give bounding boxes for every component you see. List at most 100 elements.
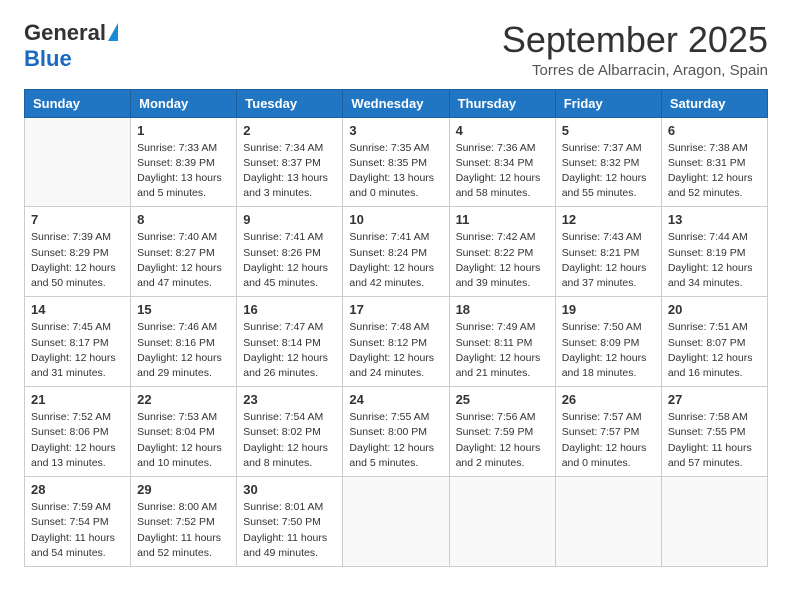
calendar-day-cell: 11Sunrise: 7:42 AMSunset: 8:22 PMDayligh…	[449, 207, 555, 297]
day-number: 8	[137, 212, 230, 227]
day-number: 17	[349, 302, 442, 317]
calendar-day-cell: 2Sunrise: 7:34 AMSunset: 8:37 PMDaylight…	[237, 117, 343, 207]
weekday-header-row: SundayMondayTuesdayWednesdayThursdayFrid…	[25, 89, 768, 117]
day-number: 25	[456, 392, 549, 407]
calendar-day-cell: 20 Sunrise: 7:51 AMSunset: 8:07 PMDayligh…	[661, 297, 767, 387]
day-info: Sunrise: 7:55 AMSunset: 8:00 PMDaylight:…	[349, 410, 442, 471]
calendar-day-cell: 25 Sunrise: 7:56 AMSunset: 7:59 PMDayligh…	[449, 387, 555, 477]
day-number: 15	[137, 302, 230, 317]
calendar-day-cell: 8 Sunrise: 7:40 AMSunset: 8:27 PMDaylight…	[131, 207, 237, 297]
day-number: 20	[668, 302, 761, 317]
day-info: Sunrise: 7:57 AMSunset: 7:57 PMDaylight:…	[562, 410, 655, 471]
calendar-day-cell	[25, 117, 131, 207]
weekday-header-sunday: Sunday	[25, 89, 131, 117]
day-number: 30	[243, 482, 336, 497]
day-info: Sunrise: 8:01 AMSunset: 7:50 PMDaylight:…	[243, 500, 336, 561]
calendar-day-cell: 4 Sunrise: 7:36 AMSunset: 8:34 PMDaylight…	[449, 117, 555, 207]
logo-general-text: General	[24, 20, 106, 46]
day-number: 12	[562, 212, 655, 227]
day-info: Sunrise: 7:41 AMSunset: 8:24 PMDaylight:…	[349, 230, 442, 291]
day-number: 6	[668, 123, 761, 138]
day-info: Sunrise: 8:00 AMSunset: 7:52 PMDaylight:…	[137, 500, 230, 561]
month-title: September 2025	[502, 20, 768, 60]
weekday-header-monday: Monday	[131, 89, 237, 117]
day-info: Sunrise: 7:40 AMSunset: 8:27 PMDaylight:…	[137, 230, 230, 291]
day-number: 23	[243, 392, 336, 407]
weekday-header-friday: Friday	[555, 89, 661, 117]
page-header: General Blue September 2025 Torres de Al…	[24, 20, 768, 79]
calendar-day-cell: 1Sunrise: 7:33 AMSunset: 8:39 PMDaylight…	[131, 117, 237, 207]
day-number: 21	[31, 392, 124, 407]
calendar-day-cell: 21 Sunrise: 7:52 AMSunset: 8:06 PMDayligh…	[25, 387, 131, 477]
calendar-day-cell: 9Sunrise: 7:41 AMSunset: 8:26 PMDaylight…	[237, 207, 343, 297]
calendar-day-cell: 12 Sunrise: 7:43 AMSunset: 8:21 PMDayligh…	[555, 207, 661, 297]
calendar-day-cell: 28 Sunrise: 7:59 AMSunset: 7:54 PMDayligh…	[25, 477, 131, 567]
day-number: 10	[349, 212, 442, 227]
day-info: Sunrise: 7:53 AMSunset: 8:04 PMDaylight:…	[137, 410, 230, 471]
calendar-day-cell: 6Sunrise: 7:38 AMSunset: 8:31 PMDaylight…	[661, 117, 767, 207]
day-info: Sunrise: 7:54 AMSunset: 8:02 PMDaylight:…	[243, 410, 336, 471]
day-number: 7	[31, 212, 124, 227]
day-number: 4	[456, 123, 549, 138]
day-info: Sunrise: 7:41 AMSunset: 8:26 PMDaylight:…	[243, 230, 336, 291]
calendar-day-cell: 5Sunrise: 7:37 AMSunset: 8:32 PMDaylight…	[555, 117, 661, 207]
calendar-day-cell	[555, 477, 661, 567]
calendar-day-cell: 24 Sunrise: 7:55 AMSunset: 8:00 PMDayligh…	[343, 387, 449, 477]
logo-blue-text: Blue	[24, 46, 72, 72]
day-number: 3	[349, 123, 442, 138]
day-number: 24	[349, 392, 442, 407]
day-number: 13	[668, 212, 761, 227]
day-number: 19	[562, 302, 655, 317]
calendar-day-cell: 27Sunrise: 7:58 AMSunset: 7:55 PMDayligh…	[661, 387, 767, 477]
calendar-day-cell: 15 Sunrise: 7:46 AMSunset: 8:16 PMDayligh…	[131, 297, 237, 387]
calendar-day-cell: 7Sunrise: 7:39 AMSunset: 8:29 PMDaylight…	[25, 207, 131, 297]
calendar-week-row: 28 Sunrise: 7:59 AMSunset: 7:54 PMDayligh…	[25, 477, 768, 567]
weekday-header-saturday: Saturday	[661, 89, 767, 117]
logo-triangle-icon	[108, 23, 118, 41]
day-info: Sunrise: 7:51 AMSunset: 8:07 PMDaylight:…	[668, 320, 761, 381]
day-number: 28	[31, 482, 124, 497]
calendar-day-cell: 10 Sunrise: 7:41 AMSunset: 8:24 PMDayligh…	[343, 207, 449, 297]
day-info: Sunrise: 7:47 AMSunset: 8:14 PMDaylight:…	[243, 320, 336, 381]
calendar-day-cell: 29 Sunrise: 8:00 AMSunset: 7:52 PMDayligh…	[131, 477, 237, 567]
day-number: 18	[456, 302, 549, 317]
day-info: Sunrise: 7:49 AMSunset: 8:11 PMDaylight:…	[456, 320, 549, 381]
day-number: 16	[243, 302, 336, 317]
day-number: 26	[562, 392, 655, 407]
day-info: Sunrise: 7:48 AMSunset: 8:12 PMDaylight:…	[349, 320, 442, 381]
day-number: 1	[137, 123, 230, 138]
day-info: Sunrise: 7:44 AMSunset: 8:19 PMDaylight:…	[668, 230, 761, 291]
title-block: September 2025 Torres de Albarracin, Ara…	[502, 20, 768, 79]
weekday-header-thursday: Thursday	[449, 89, 555, 117]
calendar-day-cell: 14 Sunrise: 7:45 AMSunset: 8:17 PMDayligh…	[25, 297, 131, 387]
day-info: Sunrise: 7:42 AMSunset: 8:22 PMDaylight:…	[456, 230, 549, 291]
calendar-week-row: 1Sunrise: 7:33 AMSunset: 8:39 PMDaylight…	[25, 117, 768, 207]
calendar-table: SundayMondayTuesdayWednesdayThursdayFrid…	[24, 89, 768, 567]
calendar-week-row: 14 Sunrise: 7:45 AMSunset: 8:17 PMDayligh…	[25, 297, 768, 387]
day-info: Sunrise: 7:36 AMSunset: 8:34 PMDaylight:…	[456, 141, 549, 202]
day-info: Sunrise: 7:50 AMSunset: 8:09 PMDaylight:…	[562, 320, 655, 381]
calendar-week-row: 7Sunrise: 7:39 AMSunset: 8:29 PMDaylight…	[25, 207, 768, 297]
day-info: Sunrise: 7:46 AMSunset: 8:16 PMDaylight:…	[137, 320, 230, 381]
calendar-day-cell: 26 Sunrise: 7:57 AMSunset: 7:57 PMDayligh…	[555, 387, 661, 477]
calendar-day-cell: 22Sunrise: 7:53 AMSunset: 8:04 PMDayligh…	[131, 387, 237, 477]
day-info: Sunrise: 7:56 AMSunset: 7:59 PMDaylight:…	[456, 410, 549, 471]
logo: General Blue	[24, 20, 118, 72]
day-info: Sunrise: 7:43 AMSunset: 8:21 PMDaylight:…	[562, 230, 655, 291]
calendar-day-cell: 19 Sunrise: 7:50 AMSunset: 8:09 PMDayligh…	[555, 297, 661, 387]
calendar-day-cell: 17 Sunrise: 7:48 AMSunset: 8:12 PMDayligh…	[343, 297, 449, 387]
day-number: 5	[562, 123, 655, 138]
day-number: 27	[668, 392, 761, 407]
day-number: 29	[137, 482, 230, 497]
calendar-day-cell: 16 Sunrise: 7:47 AMSunset: 8:14 PMDayligh…	[237, 297, 343, 387]
day-info: Sunrise: 7:52 AMSunset: 8:06 PMDaylight:…	[31, 410, 124, 471]
day-info: Sunrise: 7:35 AMSunset: 8:35 PMDaylight:…	[349, 141, 442, 202]
calendar-day-cell: 13 Sunrise: 7:44 AMSunset: 8:19 PMDayligh…	[661, 207, 767, 297]
day-info: Sunrise: 7:59 AMSunset: 7:54 PMDaylight:…	[31, 500, 124, 561]
day-info: Sunrise: 7:45 AMSunset: 8:17 PMDaylight:…	[31, 320, 124, 381]
calendar-day-cell	[661, 477, 767, 567]
day-number: 14	[31, 302, 124, 317]
calendar-day-cell	[449, 477, 555, 567]
calendar-day-cell: 3 Sunrise: 7:35 AMSunset: 8:35 PMDaylight…	[343, 117, 449, 207]
calendar-week-row: 21 Sunrise: 7:52 AMSunset: 8:06 PMDayligh…	[25, 387, 768, 477]
